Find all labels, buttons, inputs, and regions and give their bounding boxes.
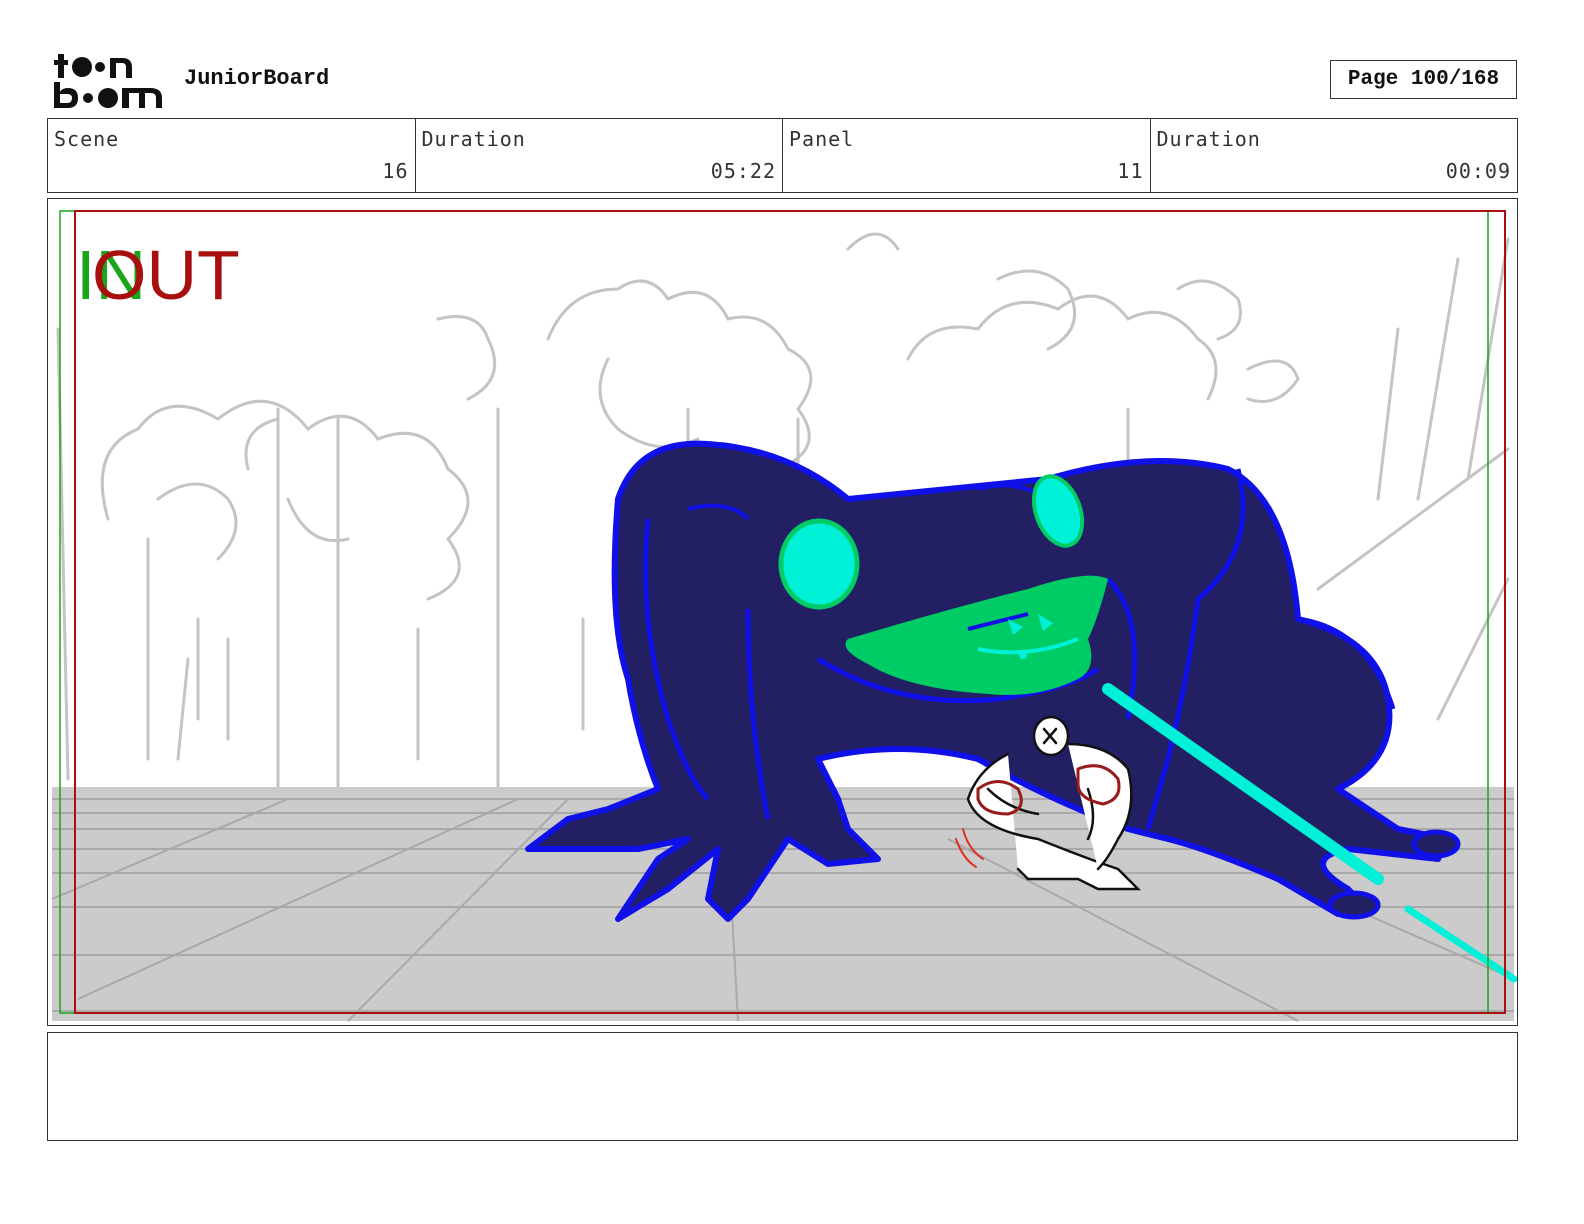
panel-cell: Panel 11 [783,119,1151,192]
scene-duration-value: 05:22 [710,159,776,183]
panel-duration-label: Duration [1156,127,1261,151]
panel-value: 11 [1117,159,1144,183]
panel-duration-value: 00:09 [1445,159,1511,183]
app-name: JuniorBoard [184,66,330,91]
scene-value: 16 [382,159,409,183]
scene-duration-cell: Duration 05:22 [416,119,783,192]
storyboard-panel: IN OUT [47,198,1518,1026]
toon-boom-logo [52,50,164,112]
scene-cell: Scene 16 [48,119,416,192]
out-label: OUT [92,236,240,314]
page-indicator: Page 100/168 [1330,60,1517,99]
scene-label: Scene [54,127,120,151]
scene-duration-label: Duration [421,127,526,151]
panel-duration-cell: Duration 00:09 [1151,119,1518,192]
panel-notes [47,1032,1518,1141]
panel-label: Panel [789,127,855,151]
panel-info-row: Scene 16 Duration 05:22 Panel 11 Duratio… [47,118,1518,193]
panel-artwork: IN OUT [51,210,1517,1022]
